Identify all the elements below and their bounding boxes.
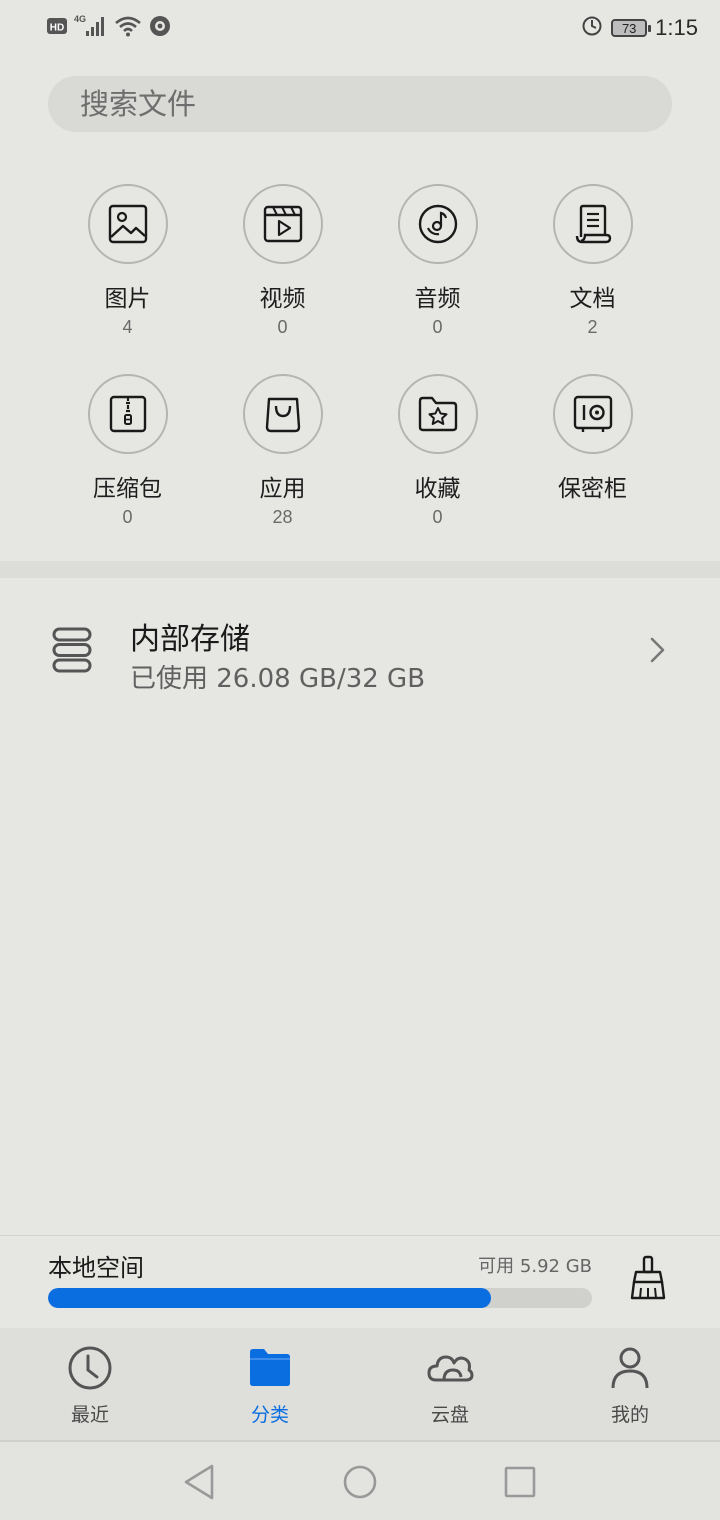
category-favorites[interactable]: 收藏 0 <box>360 374 515 534</box>
system-navigation-bar <box>0 1442 720 1520</box>
hd-icon: HD <box>46 16 68 40</box>
file-manager-screen: HD 4G 73 1:15 搜索文件 图片 4 视频 0 音频 0 文档 2 压… <box>0 0 720 1520</box>
battery-level: 73 <box>621 20 637 36</box>
category-documents[interactable]: 文档 2 <box>515 184 670 344</box>
cloud-icon <box>426 1344 474 1392</box>
nav-label: 我的 <box>610 1404 649 1426</box>
category-icon-circle <box>242 374 323 454</box>
category-apps[interactable]: 应用 28 <box>205 374 360 534</box>
bottom-navigation: 最近 分类 云盘 我的 <box>0 1328 720 1440</box>
category-archives[interactable]: 压缩包 0 <box>50 374 205 534</box>
folder-icon <box>246 1344 294 1392</box>
shopping-bag-icon <box>265 397 300 433</box>
zip-icon <box>109 395 146 433</box>
category-count: 28 <box>272 507 293 527</box>
local-space-title: 本地空间 <box>48 1254 144 1282</box>
category-label: 音频 <box>414 286 461 312</box>
local-space-panel: 本地空间 可用 5.92 GB <box>0 1236 720 1328</box>
status-right: 73 1:15 <box>581 14 698 42</box>
category-label: 保密柜 <box>558 476 627 502</box>
category-audio[interactable]: 音频 0 <box>360 184 515 344</box>
4g-signal-icon: 4G <box>74 14 108 42</box>
safe-icon <box>573 395 612 432</box>
section-divider <box>0 561 720 578</box>
category-count: 2 <box>587 317 598 337</box>
category-images[interactable]: 图片 4 <box>50 184 205 344</box>
document-icon <box>575 204 611 244</box>
nav-label: 分类 <box>250 1404 289 1426</box>
storage-progress-bar <box>48 1288 592 1308</box>
home-circle-icon[interactable] <box>340 1462 380 1502</box>
recents-square-icon[interactable] <box>500 1462 540 1502</box>
storage-progress-fill <box>48 1288 492 1308</box>
category-grid: 图片 4 视频 0 音频 0 文档 2 压缩包 0 应用 28 收藏 0 保密柜 <box>50 184 670 534</box>
storage-title: 内部存储 <box>130 622 250 657</box>
category-icon-circle <box>552 184 633 264</box>
category-icon-circle <box>397 374 478 454</box>
internal-storage-row[interactable]: 内部存储 已使用 26.08 GB/32 GB <box>0 578 720 724</box>
nav-tab-categories[interactable]: 分类 <box>180 1328 360 1440</box>
storage-icon <box>52 627 92 673</box>
nav-label: 云盘 <box>430 1404 469 1426</box>
wifi-icon <box>114 14 142 42</box>
available-space-text: 可用 5.92 GB <box>478 1256 592 1277</box>
category-label: 收藏 <box>414 476 461 502</box>
category-label: 图片 <box>104 286 151 312</box>
data-saver-icon <box>581 15 603 41</box>
category-icon-circle <box>242 184 323 264</box>
storage-usage-text: 已使用 26.08 GB/32 GB <box>130 664 426 694</box>
category-videos[interactable]: 视频 0 <box>205 184 360 344</box>
chevron-right-icon <box>650 637 665 663</box>
category-icon-circle <box>397 184 478 264</box>
nav-label: 最近 <box>70 1404 109 1426</box>
category-label: 视频 <box>259 286 306 312</box>
search-bar[interactable] <box>48 76 672 132</box>
vpn-icon <box>148 14 172 42</box>
search-input[interactable] <box>48 76 672 132</box>
nav-tab-me[interactable]: 我的 <box>540 1328 720 1440</box>
category-safe[interactable]: 保密柜 <box>515 374 670 534</box>
back-triangle-icon[interactable] <box>180 1462 220 1502</box>
category-icon-circle <box>87 374 168 454</box>
category-count: 0 <box>277 317 288 337</box>
status-bar: HD 4G 73 1:15 <box>0 0 720 56</box>
category-count: 0 <box>122 507 133 527</box>
status-left-icons: HD 4G <box>46 14 172 42</box>
broom-clean-icon[interactable] <box>628 1254 668 1302</box>
network-label: 4G <box>74 14 86 24</box>
category-label: 应用 <box>259 476 306 502</box>
clock-icon <box>66 1344 114 1392</box>
category-label: 文档 <box>569 286 616 312</box>
category-count: 0 <box>432 507 443 527</box>
category-icon-circle <box>87 184 168 264</box>
category-label: 压缩包 <box>93 476 162 502</box>
status-time: 1:15 <box>655 15 698 40</box>
category-icon-circle <box>552 374 633 454</box>
video-icon <box>263 205 302 243</box>
person-icon <box>606 1344 654 1392</box>
nav-tab-cloud[interactable]: 云盘 <box>360 1328 540 1440</box>
star-folder-icon <box>418 396 457 432</box>
image-icon <box>108 204 147 244</box>
hd-label: HD <box>50 23 64 34</box>
music-icon <box>418 204 457 244</box>
battery-icon: 73 <box>611 19 652 37</box>
category-count: 0 <box>432 317 443 337</box>
nav-tab-recent[interactable]: 最近 <box>0 1328 180 1440</box>
category-count: 4 <box>122 317 133 337</box>
